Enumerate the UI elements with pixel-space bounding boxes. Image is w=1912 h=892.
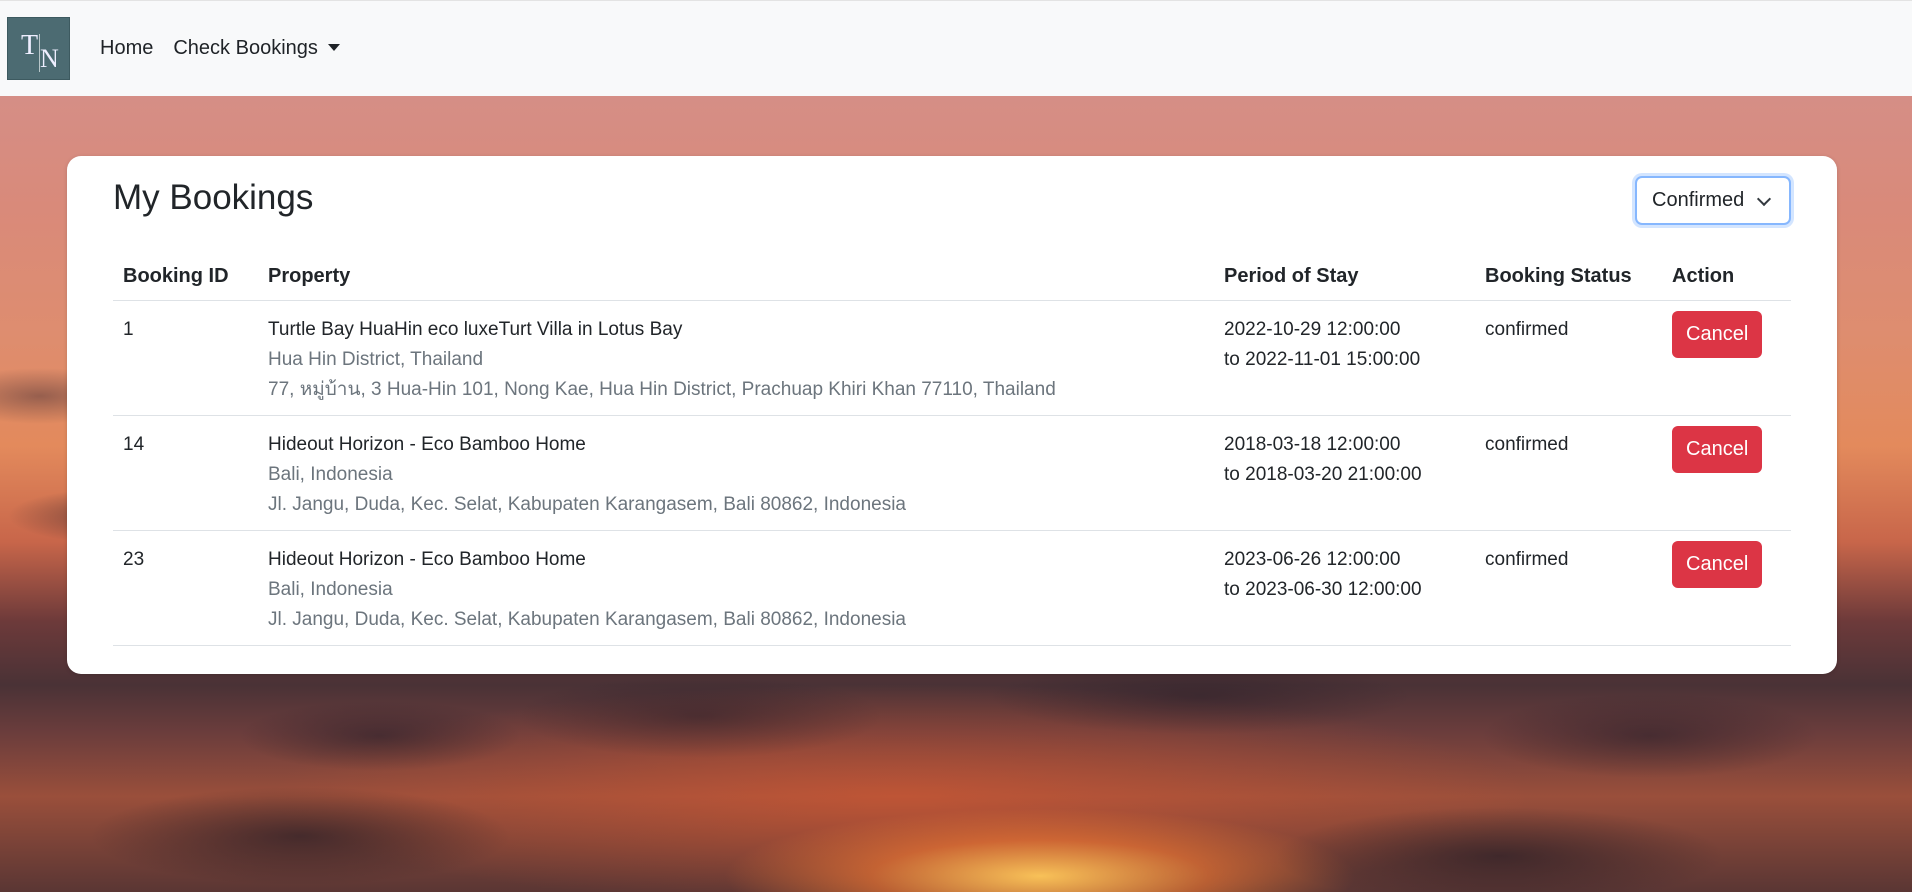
period-end: to 2022-11-01 15:00:00 (1224, 348, 1421, 370)
cancel-button[interactable]: Cancel (1672, 310, 1763, 358)
status-cell: confirmed (1475, 415, 1662, 531)
status-cell: confirmed (1475, 300, 1662, 416)
logo-letter-t: T (21, 30, 39, 61)
property-address: Jl. Jangu, Duda, Kec. Selat, Kabupaten K… (268, 493, 906, 515)
period-end: to 2018-03-20 21:00:00 (1224, 463, 1422, 485)
property-location: Bali, Indonesia (268, 463, 393, 485)
period-start: 2018-03-18 12:00:00 (1224, 433, 1401, 455)
brand-logo[interactable]: T N (7, 17, 70, 80)
period-cell: 2023-06-26 12:00:00 to 2023-06-30 12:00:… (1214, 530, 1475, 646)
table-row: 23 Hideout Horizon - Eco Bamboo Home Bal… (113, 530, 1791, 646)
chevron-down-icon (1756, 191, 1772, 207)
property-location: Bali, Indonesia (268, 578, 393, 600)
booking-id-cell: 14 (113, 415, 258, 531)
page-title: My Bookings (113, 178, 314, 217)
property-cell: Hideout Horizon - Eco Bamboo Home Bali, … (258, 415, 1214, 531)
table-row: 14 Hideout Horizon - Eco Bamboo Home Bal… (113, 415, 1791, 531)
status-filter-value: Confirmed (1652, 189, 1745, 211)
period-cell: 2022-10-29 12:00:00 to 2022-11-01 15:00:… (1214, 300, 1475, 416)
property-name: Turtle Bay HuaHin eco luxeTurt Villa in … (268, 318, 683, 340)
nav-home-link[interactable]: Home (100, 37, 153, 60)
table-row: 1 Turtle Bay HuaHin eco luxeTurt Villa i… (113, 300, 1791, 416)
table-header-row: Booking ID Property Period of Stay Booki… (113, 254, 1791, 301)
status-cell: confirmed (1475, 530, 1662, 646)
column-header-action: Action (1662, 254, 1791, 301)
property-name: Hideout Horizon - Eco Bamboo Home (268, 548, 586, 570)
action-cell: Cancel (1662, 300, 1791, 416)
booking-id-cell: 23 (113, 530, 258, 646)
property-name: Hideout Horizon - Eco Bamboo Home (268, 433, 586, 455)
column-header-period: Period of Stay (1214, 254, 1475, 301)
property-cell: Hideout Horizon - Eco Bamboo Home Bali, … (258, 530, 1214, 646)
booking-id-cell: 1 (113, 300, 258, 416)
property-address: Jl. Jangu, Duda, Kec. Selat, Kabupaten K… (268, 608, 906, 630)
action-cell: Cancel (1662, 530, 1791, 646)
period-start: 2022-10-29 12:00:00 (1224, 318, 1401, 340)
status-filter-select[interactable]: Confirmed (1635, 176, 1791, 225)
period-start: 2023-06-26 12:00:00 (1224, 548, 1401, 570)
property-location: Hua Hin District, Thailand (268, 348, 484, 370)
nav-check-bookings-dropdown[interactable]: Check Bookings (173, 37, 340, 60)
cancel-button[interactable]: Cancel (1672, 540, 1763, 588)
logo-letter-n: N (40, 44, 59, 73)
period-end: to 2023-06-30 12:00:00 (1224, 578, 1422, 600)
column-header-booking-id: Booking ID (113, 254, 258, 301)
caret-down-icon (327, 44, 340, 51)
bookings-card: My Bookings Confirmed Booking ID Propert… (67, 156, 1837, 674)
cancel-button[interactable]: Cancel (1672, 425, 1763, 473)
property-cell: Turtle Bay HuaHin eco luxeTurt Villa in … (258, 300, 1214, 416)
action-cell: Cancel (1662, 415, 1791, 531)
period-cell: 2018-03-18 12:00:00 to 2018-03-20 21:00:… (1214, 415, 1475, 531)
property-address: 77, หมู่บ้าน, 3 Hua-Hin 101, Nong Kae, H… (268, 378, 1056, 400)
column-header-status: Booking Status (1475, 254, 1662, 301)
nav-check-bookings-label: Check Bookings (173, 37, 318, 59)
top-navbar: T N Home Check Bookings (0, 0, 1912, 96)
column-header-property: Property (258, 254, 1214, 301)
bookings-table: Booking ID Property Period of Stay Booki… (113, 254, 1791, 646)
